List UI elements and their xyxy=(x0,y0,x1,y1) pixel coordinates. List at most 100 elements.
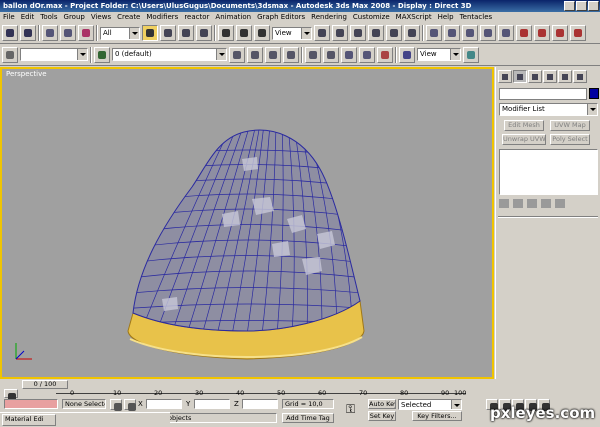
close-button[interactable] xyxy=(588,1,599,11)
unlink-icon[interactable] xyxy=(60,25,76,41)
taskbar-material-editor[interactable]: Material Edi xyxy=(2,414,56,426)
named-selection-set-dropdown[interactable] xyxy=(20,48,88,61)
key-filters-button[interactable]: Key Filters... xyxy=(412,411,462,421)
z-coordinate-field[interactable] xyxy=(242,399,278,409)
maximize-button[interactable] xyxy=(576,1,587,11)
menu-item-help[interactable]: Help xyxy=(435,12,457,23)
selection-filter-dropdown[interactable]: All xyxy=(100,26,140,40)
selection-lock-icon[interactable] xyxy=(110,399,122,411)
time-slider[interactable]: 0 / 100 xyxy=(0,380,600,389)
bind-space-warp-icon[interactable] xyxy=(78,25,94,41)
select-and-rotate-icon[interactable] xyxy=(236,25,252,41)
time-slider-thumb[interactable]: 0 / 100 xyxy=(22,380,68,389)
schematic-icon[interactable] xyxy=(359,46,375,63)
view-dropdown[interactable]: View xyxy=(417,48,461,61)
menu-item-create[interactable]: Create xyxy=(114,12,143,23)
ball-mesh-model[interactable] xyxy=(2,69,492,377)
menu-item-rendering[interactable]: Rendering xyxy=(308,12,350,23)
material-icon[interactable] xyxy=(377,46,393,63)
add-to-layer-icon[interactable] xyxy=(247,46,263,63)
layer-visibility-icon[interactable] xyxy=(94,46,110,63)
menu-item-group[interactable]: Group xyxy=(61,12,88,23)
layer-manager-icon[interactable] xyxy=(462,25,478,41)
create-layer-icon[interactable] xyxy=(229,46,245,63)
schematic-view-icon[interactable] xyxy=(498,25,514,41)
spinner-snap-icon[interactable] xyxy=(404,25,420,41)
create-tab-icon[interactable] xyxy=(498,70,512,83)
render-type-icon[interactable] xyxy=(399,46,415,63)
make-unique-icon[interactable] xyxy=(527,199,537,208)
menu-item-modifiers[interactable]: Modifiers xyxy=(143,12,181,23)
reactor-icon[interactable] xyxy=(341,46,357,63)
window-crossing-icon[interactable] xyxy=(196,25,212,41)
layer-dropdown[interactable]: 0 (default) xyxy=(112,48,227,61)
menu-item-reactor[interactable]: reactor xyxy=(181,12,212,23)
object-color-swatch[interactable] xyxy=(589,88,599,99)
uvw-map-button[interactable]: UVW Map xyxy=(550,120,590,131)
render-setup-icon[interactable] xyxy=(534,25,550,41)
configure-sets-icon[interactable] xyxy=(555,199,565,208)
menu-item-tentacles[interactable]: Tentacles xyxy=(457,12,496,23)
menu-item-views[interactable]: Views xyxy=(88,12,114,23)
teapot-icon[interactable] xyxy=(463,46,479,63)
key-mode-dropdown[interactable]: Selected xyxy=(398,399,462,410)
select-and-scale-icon[interactable] xyxy=(254,25,270,41)
hierarchy-tab-icon[interactable] xyxy=(528,70,542,83)
render-frame-icon[interactable] xyxy=(552,25,568,41)
mirror-icon[interactable] xyxy=(426,25,442,41)
menu-item-edit[interactable]: Edit xyxy=(18,12,38,23)
menu-item-maxscript[interactable]: MAXScript xyxy=(393,12,435,23)
menu-item-graph-editors[interactable]: Graph Editors xyxy=(254,12,308,23)
modifier-list-dropdown[interactable]: Modifier List xyxy=(499,103,598,116)
set-key-button[interactable]: Set Key xyxy=(368,411,396,421)
select-by-name-icon[interactable] xyxy=(160,25,176,41)
menu-item-tools[interactable]: Tools xyxy=(37,12,60,23)
maxscript-listener-field[interactable] xyxy=(4,399,58,409)
layer-manager-icon[interactable] xyxy=(305,46,321,63)
use-pivot-center-icon[interactable] xyxy=(314,25,330,41)
motion-tab-icon[interactable] xyxy=(543,70,557,83)
open-mini-curve-editor-icon[interactable] xyxy=(4,389,18,401)
poly-select-button[interactable]: Poly Select xyxy=(550,134,590,145)
x-coordinate-field[interactable] xyxy=(146,399,182,409)
quick-render-icon[interactable] xyxy=(570,25,586,41)
absolute-mode-icon[interactable] xyxy=(124,399,136,411)
menu-item-file[interactable]: File xyxy=(0,12,18,23)
auto-key-button[interactable]: Auto Key xyxy=(368,399,396,409)
remove-modifier-icon[interactable] xyxy=(541,199,551,208)
minimize-button[interactable] xyxy=(564,1,575,11)
show-end-result-icon[interactable] xyxy=(513,199,523,208)
undo-icon[interactable] xyxy=(2,25,18,41)
select-object-icon[interactable] xyxy=(142,25,158,41)
percent-snap-icon[interactable] xyxy=(386,25,402,41)
graphite-icon[interactable] xyxy=(323,46,339,63)
menu-item-animation[interactable]: Animation xyxy=(212,12,254,23)
align-icon[interactable] xyxy=(444,25,460,41)
perspective-viewport[interactable]: Perspective xyxy=(0,67,494,379)
reference-coordinate-dropdown[interactable]: View xyxy=(272,26,312,40)
object-name-field[interactable] xyxy=(499,88,587,100)
curve-editor-icon[interactable] xyxy=(480,25,496,41)
unwrap-uvw-button[interactable]: Unwrap UVW xyxy=(502,134,546,145)
material-editor-icon[interactable] xyxy=(516,25,532,41)
menu-item-customize[interactable]: Customize xyxy=(350,12,393,23)
angle-snap-icon[interactable] xyxy=(368,25,384,41)
utilities-tab-icon[interactable] xyxy=(573,70,587,83)
select-and-move-icon[interactable] xyxy=(218,25,234,41)
named-selection-icon[interactable] xyxy=(2,46,18,63)
select-and-link-icon[interactable] xyxy=(42,25,58,41)
redo-icon[interactable] xyxy=(20,25,36,41)
edit-mesh-button[interactable]: Edit Mesh xyxy=(504,120,544,131)
modify-tab-icon[interactable] xyxy=(513,70,527,83)
select-and-manipulate-icon[interactable] xyxy=(332,25,348,41)
trackbar[interactable] xyxy=(0,389,495,401)
modifier-stack[interactable] xyxy=(499,149,598,195)
select-in-layer-icon[interactable] xyxy=(265,46,281,63)
snaps-toggle-icon[interactable] xyxy=(350,25,366,41)
y-coordinate-field[interactable] xyxy=(194,399,230,409)
rectangular-selection-icon[interactable] xyxy=(178,25,194,41)
set-current-layer-icon[interactable] xyxy=(283,46,299,63)
pin-stack-icon[interactable] xyxy=(499,199,509,208)
add-time-tag-button[interactable]: Add Time Tag xyxy=(282,413,334,423)
display-tab-icon[interactable] xyxy=(558,70,572,83)
